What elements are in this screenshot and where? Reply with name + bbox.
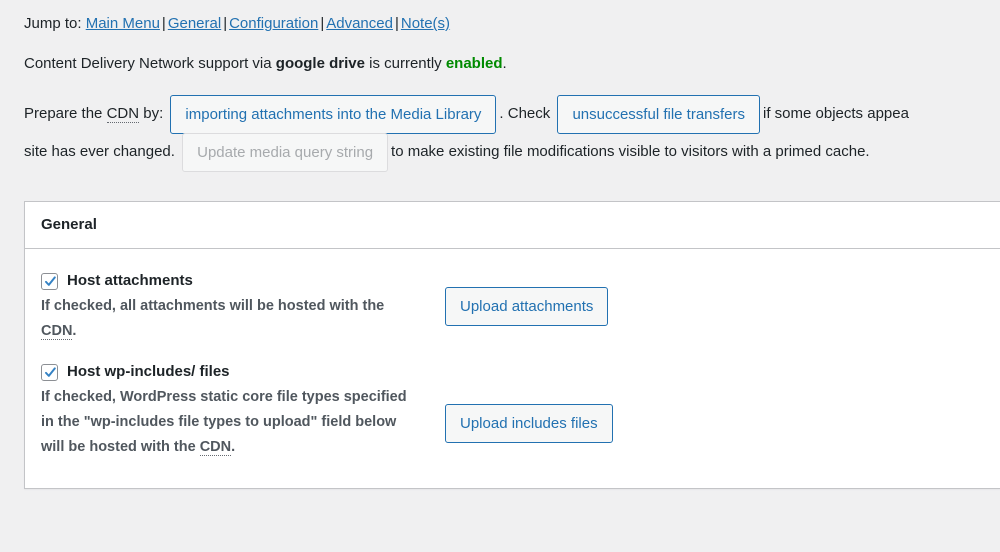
prepare-lead-tail: by: <box>139 105 164 122</box>
unsuccessful-file-transfers-button[interactable]: unsuccessful file transfers <box>557 94 761 134</box>
update-media-query-string-button[interactable]: Update media query string <box>182 132 389 172</box>
jump-link-advanced[interactable]: Advanced <box>326 15 393 32</box>
cdn-abbr-host-attachments: CDN <box>41 323 73 340</box>
cdn-status-middle: is currently <box>364 55 446 72</box>
host-wp-includes-description: If checked, WordPress static core file t… <box>41 385 416 460</box>
general-card-header: General <box>25 202 1000 249</box>
setting-left-host-wp-includes: Host wp-includes/ files If checked, Word… <box>41 362 431 460</box>
jump-link-general[interactable]: General <box>168 15 221 32</box>
host-attachments-description-post: . <box>72 323 77 339</box>
general-card-title: General <box>41 216 97 233</box>
setting-row-host-attachments: Host attachments If checked, all attachm… <box>41 271 1000 362</box>
host-attachments-description-pre: If checked, all attachments will be host… <box>41 298 385 314</box>
cdn-abbr-host-wp-includes: CDN <box>199 439 232 456</box>
checkbox-line-host-attachments: Host attachments <box>41 271 431 291</box>
prepare-line2-lead-text: site has ever changed. <box>24 143 175 160</box>
jump-to-label: Jump to: <box>24 15 82 32</box>
prepare-after-transfers-text: if some objects appea <box>763 105 909 122</box>
host-wp-includes-label[interactable]: Host wp-includes/ files <box>67 362 230 382</box>
import-attachments-button[interactable]: importing attachments into the Media Lib… <box>170 94 497 134</box>
host-attachments-label[interactable]: Host attachments <box>67 271 193 291</box>
setting-row-host-wp-includes: Host wp-includes/ files If checked, Word… <box>41 362 1000 478</box>
host-attachments-checkbox[interactable] <box>41 272 58 290</box>
cdn-provider-name: google drive <box>275 55 365 72</box>
host-wp-includes-checkbox[interactable] <box>41 363 58 381</box>
jump-separator-4: | <box>394 15 399 32</box>
check-icon <box>45 366 56 377</box>
host-wp-includes-description-post: . <box>231 439 236 455</box>
general-settings-card: General Host attachments If checked, all… <box>24 201 1000 489</box>
prepare-lead-text: Prepare the <box>24 105 107 122</box>
prepare-cdn-paragraph-line2: site has ever changed. Update media quer… <box>24 129 1000 175</box>
jump-link-notes[interactable]: Note(s) <box>401 15 450 32</box>
upload-includes-files-button[interactable]: Upload includes files <box>445 404 613 443</box>
settings-page: Jump to: Main Menu | General | Configuration… <box>0 0 1000 552</box>
cdn-status-suffix: . <box>502 55 507 72</box>
cdn-status-state: enabled <box>445 55 503 72</box>
prepare-after-update-text: to make existing file modifications visi… <box>391 143 870 160</box>
cdn-abbr-prepare: CDN <box>106 105 140 123</box>
check-icon <box>45 275 56 286</box>
cdn-status-line: Content Delivery Network support via goo… <box>24 53 1000 75</box>
jump-link-main-menu[interactable]: Main Menu <box>86 15 160 32</box>
host-attachments-description: If checked, all attachments will be host… <box>41 294 416 344</box>
jump-to-nav: Jump to: Main Menu | General | Configuration… <box>24 0 1000 35</box>
upload-attachments-button[interactable]: Upload attachments <box>445 287 609 326</box>
setting-left-host-attachments: Host attachments If checked, all attachm… <box>41 271 431 344</box>
prepare-after-import-text: . Check <box>499 105 551 122</box>
jump-separator-2: | <box>223 15 228 32</box>
jump-link-configuration[interactable]: Configuration <box>229 15 318 32</box>
general-card-body: Host attachments If checked, all attachm… <box>25 249 1000 488</box>
jump-link-main-menu-wrap: Main Menu | General | Configuration | Advanced… <box>86 15 450 32</box>
cdn-status-prefix: Content Delivery Network support via <box>24 55 276 72</box>
checkbox-line-host-wp-includes: Host wp-includes/ files <box>41 362 431 382</box>
jump-separator-1: | <box>161 15 166 32</box>
setting-right-host-attachments: Upload attachments <box>431 271 609 326</box>
setting-right-host-wp-includes: Upload includes files <box>431 362 613 443</box>
